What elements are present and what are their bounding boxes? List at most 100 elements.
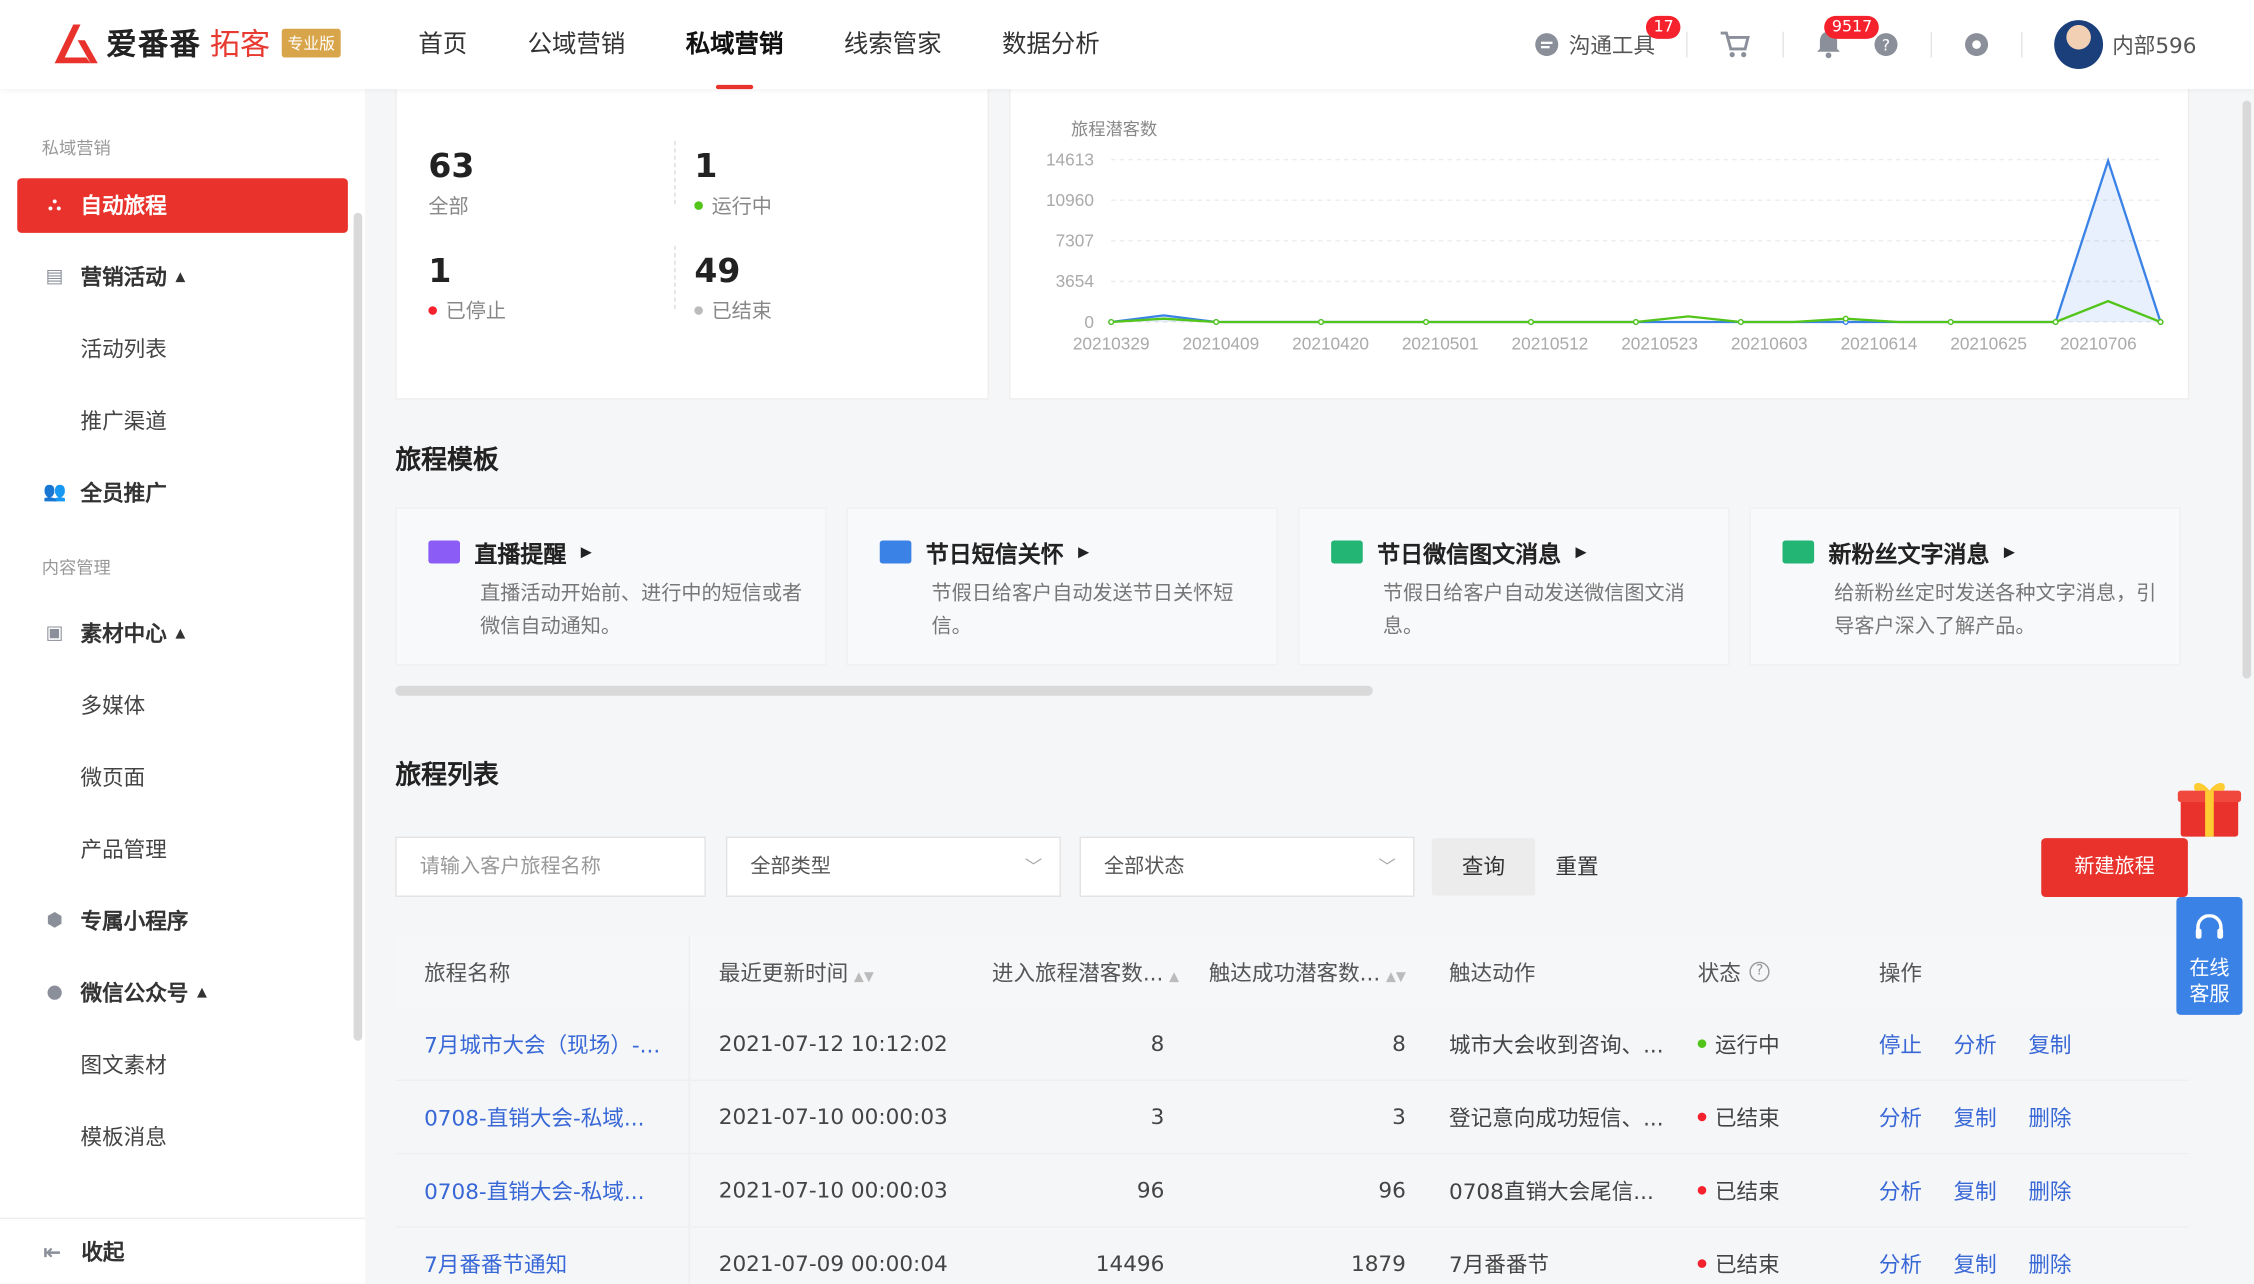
help-icon[interactable]: ? <box>1874 32 1900 58</box>
query-button[interactable]: 查询 <box>1431 838 1536 896</box>
sidebar-item-staff-promo[interactable]: 👥 全员推广 <box>0 457 365 529</box>
online-service-button[interactable]: 在线客服 <box>2176 897 2243 1015</box>
new-journey-button[interactable]: 新建旅程 <box>2041 838 2188 897</box>
sidebar-item-wechat[interactable]: ● 微信公众号 ▲ <box>0 957 365 1029</box>
settings-icon[interactable] <box>1964 32 1990 58</box>
status-dot <box>428 306 437 315</box>
reset-button[interactable]: 重置 <box>1555 838 1598 896</box>
header-tools: 沟通工具 17 9517 ? 内部596 <box>1534 0 2197 89</box>
chevron-down-icon: ﹀ <box>1378 856 1396 877</box>
stat-all[interactable]: 63 全部 <box>428 148 474 220</box>
stat-ended-num: 49 <box>694 253 741 291</box>
chart-ylabel: 旅程潜客数 <box>1071 119 1157 139</box>
status-dot <box>1697 1112 1707 1122</box>
type-select[interactable]: 全部类型 ﹀ <box>725 836 1061 897</box>
comm-tool-label: 沟通工具 <box>1568 32 1656 59</box>
sidebar-item-channel[interactable]: 推广渠道 <box>0 385 365 457</box>
op-link[interactable]: 复制 <box>1954 1248 1997 1278</box>
page-scrollbar[interactable] <box>2242 100 2252 679</box>
collapse-button[interactable]: ⇤ 收起 <box>0 1217 366 1284</box>
op-link[interactable]: 复制 <box>1954 1175 1997 1205</box>
x-tick-label: 20210614 <box>1841 333 1918 353</box>
stat-stopped[interactable]: 1 已停止 <box>428 253 506 325</box>
template-scrollbar[interactable] <box>395 685 1373 696</box>
gift-icon[interactable] <box>2176 776 2242 839</box>
template-icon <box>1331 540 1363 564</box>
template-card[interactable]: 新粉丝文字消息 ▶ 给新粉丝定时发送各种文字消息，引导客户深入了解产品。 <box>1749 507 2181 666</box>
chevron-down-icon: ﹀ <box>1024 856 1043 877</box>
divider <box>674 140 676 205</box>
cell-action: 城市大会收到咨询、... <box>1449 1031 1664 1058</box>
app-root: 爱番番 拓客 专业版 首页 公域营销 私域营销 线索管家 数据分析 沟通工具 1… <box>0 0 2254 1284</box>
sidebar-item-article[interactable]: 图文素材 <box>0 1029 365 1101</box>
op-link[interactable]: 复制 <box>1954 1102 1997 1132</box>
col-reach[interactable]: 触达成功潜客数... ▲▼ <box>1179 957 1421 987</box>
search-input[interactable]: 请输入客户旅程名称 <box>395 836 706 897</box>
stat-running-num: 1 <box>694 148 718 186</box>
avatar <box>2054 20 2104 69</box>
stat-ended-label: 已结束 <box>711 300 772 324</box>
template-section-title: 旅程模板 <box>395 445 499 476</box>
op-link[interactable]: 分析 <box>1879 1102 1922 1132</box>
template-card[interactable]: 直播提醒 ▶ 直播活动开始前、进行中的短信或者微信自动通知。 <box>395 507 827 666</box>
cart-icon[interactable] <box>1720 30 1752 59</box>
op-link[interactable]: 删除 <box>2028 1248 2071 1278</box>
sidebar-scrollbar[interactable] <box>353 212 363 1041</box>
cell-reach: 3 <box>1392 1104 1406 1130</box>
comm-tool-button[interactable]: 沟通工具 17 <box>1534 15 1681 59</box>
col-name: 旅程名称 <box>395 935 690 1008</box>
sidebar-item-miniapp[interactable]: ⬢ 专属小程序 <box>0 886 365 958</box>
status-select[interactable]: 全部状态 ﹀ <box>1079 836 1415 897</box>
op-link[interactable]: 分析 <box>1954 1029 1997 1059</box>
sidebar-item-media[interactable]: 多媒体 <box>0 670 365 742</box>
op-link[interactable]: 删除 <box>2028 1102 2071 1132</box>
sidebar-item-product[interactable]: 产品管理 <box>0 814 365 886</box>
y-tick-label: 3654 <box>1056 271 1095 291</box>
journey-name-link[interactable]: 7月城市大会（现场）-... <box>424 1029 660 1059</box>
caret-right-icon: ▶ <box>2003 544 2015 560</box>
journey-table: 旅程名称 最近更新时间▲▼ 进入旅程潜客数...▲▼ 触达成功潜客数...▲▼ … <box>395 935 2190 1284</box>
nav-home[interactable]: 首页 <box>388 0 497 89</box>
divider <box>1931 31 1933 58</box>
op-link[interactable]: 分析 <box>1879 1175 1922 1205</box>
notification-button[interactable]: 9517 <box>1816 15 1880 59</box>
user-menu[interactable]: 内部596 <box>2054 20 2197 69</box>
journey-name-link[interactable]: 0708-直销大会-私域... <box>424 1102 644 1132</box>
col-enter[interactable]: 进入旅程潜客数... ▲▼ <box>963 957 1179 987</box>
sidebar-item-material[interactable]: ▣ 素材中心 ▲ <box>0 598 365 670</box>
sidebar-item-activity-list[interactable]: 活动列表 <box>0 313 365 385</box>
sidebar-item-marketing[interactable]: ▤ 营销活动 ▲ <box>0 242 365 314</box>
journey-name-link[interactable]: 7月番番节通知 <box>424 1248 567 1278</box>
logo[interactable]: 爱番番 拓客 专业版 <box>52 20 341 66</box>
search-placeholder: 请输入客户旅程名称 <box>419 855 601 879</box>
op-link[interactable]: 删除 <box>2028 1175 2071 1205</box>
op-link[interactable]: 分析 <box>1879 1248 1922 1278</box>
status-dot <box>694 201 703 210</box>
cell-reach: 1879 <box>1350 1250 1406 1277</box>
stat-ended[interactable]: 49 已结束 <box>694 253 772 325</box>
sidebar-item-micropage[interactable]: 微页面 <box>0 742 365 814</box>
cell-time: 2021-07-10 00:00:03 <box>718 1177 948 1204</box>
col-action: 触达动作 <box>1449 959 1536 986</box>
stat-running[interactable]: 1 运行中 <box>694 148 772 220</box>
col-status: 状态? <box>1686 957 1859 987</box>
template-card[interactable]: 节日短信关怀 ▶ 节假日给客户自动发送节日关怀短信。 <box>846 507 1278 666</box>
template-icon <box>1782 540 1815 564</box>
sidebar-item-auto-journey[interactable]: ⛬ 自动旅程 <box>17 178 348 233</box>
col-time[interactable]: 最近更新时间 ▲▼ <box>690 957 963 987</box>
notify-badge: 9517 <box>1824 15 1880 39</box>
op-link[interactable]: 复制 <box>2028 1029 2071 1059</box>
online-service-label: 在线客服 <box>2189 957 2230 1007</box>
sidebar-item-template-msg[interactable]: 模板消息 <box>0 1101 365 1173</box>
template-card[interactable]: 节日微信图文消息 ▶ 节假日给客户自动发送微信图文消息。 <box>1298 507 1730 666</box>
op-link[interactable]: 停止 <box>1879 1029 1922 1059</box>
journey-name-link[interactable]: 0708-直销大会-私域... <box>424 1175 644 1205</box>
y-tick-label: 14613 <box>1046 149 1094 169</box>
nav-analytics[interactable]: 数据分析 <box>972 0 1130 89</box>
help-circle-icon[interactable]: ? <box>1749 961 1770 982</box>
y-tick-label: 0 <box>1084 312 1094 332</box>
nav-leads[interactable]: 线索管家 <box>814 0 972 89</box>
nav-private[interactable]: 私域营销 <box>656 0 814 89</box>
nav-public[interactable]: 公域营销 <box>497 0 655 89</box>
cell-time: 2021-07-12 10:12:02 <box>718 1030 948 1057</box>
